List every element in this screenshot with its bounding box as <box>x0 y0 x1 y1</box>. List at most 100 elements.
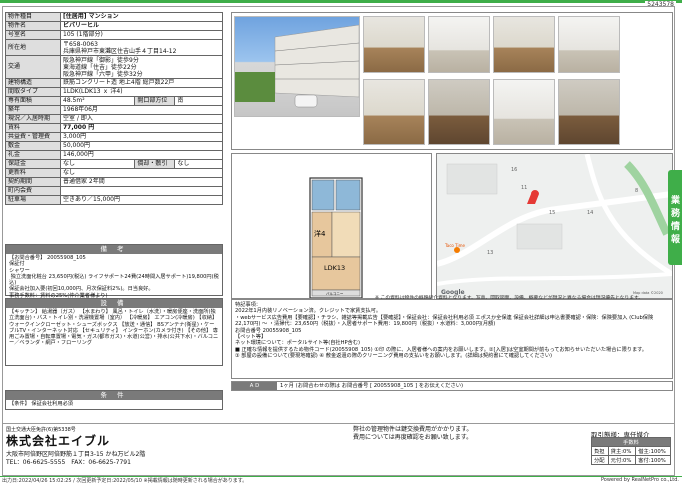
fee-cell: 貸主:0% <box>607 446 637 456</box>
map-label-11: 11 <box>521 185 527 191</box>
bikou-section: 備 考 【お問合番号】 20055908_105 保証付 シャワー 独立洗面化粧… <box>5 244 223 305</box>
row-value: 1968年06月 <box>60 105 223 115</box>
photo-room-4[interactable] <box>558 16 620 73</box>
row-label: 専有面積 <box>5 96 61 106</box>
row-value: 105 (1階部分) <box>60 30 223 40</box>
key-exchange-note: 弊社の管理物件は鍵交換費用がかかります。 費用については再度確認をお願い致します… <box>353 426 473 441</box>
jouken-body: 【条件】 保証会社利用必須 <box>9 401 73 407</box>
row-label: 交通 <box>5 55 61 79</box>
footer-divider <box>3 423 674 424</box>
row-label: 所在地 <box>5 39 61 56</box>
map-drawing: 16 11 15 14 13 8 Taco Time Google Map da… <box>437 154 672 298</box>
map-label-14: 14 <box>587 210 593 216</box>
ad-label: A D <box>232 382 277 390</box>
row-value: 阪急神戸線「御影」徒歩9分 東海道線「住吉」徒歩22分 阪急神戸線「六甲」徒歩3… <box>60 55 223 79</box>
row-value: 3,000円 <box>60 132 223 142</box>
property-row: 号室名 105 (1階部分) <box>5 30 223 40</box>
property-row: 共益費・管理費 3,000円 <box>5 132 223 142</box>
row-value: 77,000 円 <box>60 123 223 133</box>
property-row: 賃料 77,000 円 <box>5 123 223 133</box>
bikou-header: 備 考 <box>6 245 222 254</box>
ad-text: 1ヶ月 (お問合わせの際は お問合番号 [ 20055908_105 ] をお伝… <box>280 383 464 389</box>
row-value: 空きあり／15,000円 <box>60 195 223 205</box>
property-row: 築年 1968年06月 <box>5 105 223 115</box>
fee-row: 負担 貸主:0% 借主:100% <box>591 446 671 456</box>
property-row: 交通 阪急神戸線「御影」徒歩9分 東海道線「住吉」徒歩22分 阪急神戸線「六甲」徒… <box>5 55 223 79</box>
row-label: 礼金 <box>5 150 61 160</box>
photo-living-2[interactable] <box>428 16 490 73</box>
row-label: 築年 <box>5 105 61 115</box>
row-label: 町内会費 <box>5 186 61 196</box>
property-row: 町内会費 <box>5 186 223 196</box>
photo-entrance[interactable] <box>558 79 620 145</box>
property-row: 保証金 なし 償却・敷引 なし <box>5 159 223 169</box>
row-value: なし <box>174 159 223 169</box>
map-label-13: 13 <box>487 250 493 256</box>
company-name: 株式会社エイブル <box>6 434 111 448</box>
row-label: 号室名 <box>5 30 61 40</box>
side-info-tab[interactable]: 業務情報 <box>668 170 682 265</box>
building-photo[interactable] <box>234 16 360 117</box>
output-date: 出力日:2022/04/26 15:02:25 / 次回更新予定日:2022/0… <box>2 478 248 484</box>
row-value <box>60 186 223 196</box>
setsubi-body: 【キッチン】 給湯器（ガス） 【水まわり】 風呂・トイレ（水洗）・暖房便座・洗面… <box>9 309 219 347</box>
map-label-8: 8 <box>635 188 638 194</box>
row-label: 物件種目 <box>5 12 61 22</box>
map-label-15: 15 <box>549 210 555 216</box>
fee-cell: 元付:0% <box>607 455 637 465</box>
property-row: 物件種目 [住居用] マンション <box>5 12 223 22</box>
photo-kitchen[interactable] <box>493 79 555 145</box>
map-poi-label: Taco Time <box>444 243 465 248</box>
property-row: 契約期間 普通借家 2年間 <box>5 177 223 187</box>
row-label: 賃料 <box>5 123 61 133</box>
row-label: 建物構造 <box>5 78 61 88</box>
floor-plan: 洋4 LDK13 バルコニー <box>231 153 432 299</box>
setsubi-section: 設 備 【キッチン】 給湯器（ガス） 【水まわり】 風呂・トイレ（水洗）・暖房便… <box>5 298 223 366</box>
row-label: 契約期間 <box>5 177 61 187</box>
plan-balcony-label: バルコニー <box>326 292 344 296</box>
row-label: 間取タイプ <box>5 87 61 97</box>
row-value: [住居用] マンション <box>60 12 223 22</box>
fee-cell: 借主:100% <box>635 446 671 456</box>
photo-living-3[interactable] <box>493 16 555 73</box>
photo-living-1[interactable] <box>363 16 425 73</box>
fee-cell: 負担 <box>591 446 609 456</box>
ad-bar: A D 1ヶ月 (お問合わせの際は お問合番号 [ 20055908_105 ]… <box>231 381 673 391</box>
fee-cell: 分配 <box>591 455 609 465</box>
fee-cell: 客付:100% <box>635 455 671 465</box>
photo-closet[interactable] <box>428 79 490 145</box>
fee-header: 手数料 <box>591 437 671 447</box>
row-value: 146,000円 <box>60 150 223 160</box>
property-row: 専有面積 48.5m² 開口部方位南 <box>5 96 223 106</box>
top-accent-line <box>0 0 682 3</box>
property-row: 敷金 50,000円 <box>5 141 223 151</box>
row-label: 共益費・管理費 <box>5 132 61 142</box>
property-row: 所在地 〒658-0063 兵庫県神戸市東灘区住吉山手４丁目14-12 <box>5 39 223 56</box>
row-value: 空室 / 即入 <box>60 114 223 124</box>
row-label: 更新料 <box>5 168 61 178</box>
property-row: 物件名 ビバリーヒル <box>5 21 223 31</box>
row-value: 〒658-0063 兵庫県神戸市東灘区住吉山手４丁目14-12 <box>60 39 223 56</box>
row-value: 1LDK(LDK13 ｘ 洋4) <box>60 87 223 97</box>
row-value: ビバリーヒル <box>60 21 223 31</box>
row-label: 敷金 <box>5 141 61 151</box>
property-row: 建物構造 鉄筋コンクリート造 地上4階 総戸数22戸 <box>5 78 223 88</box>
powered-by: Powered by RealNetPro co.,Ltd. <box>600 477 679 483</box>
photo-gallery <box>231 12 673 150</box>
property-row: 更新料 なし <box>5 168 223 178</box>
property-row: 礼金 146,000円 <box>5 150 223 160</box>
row-value: なし <box>59 159 136 169</box>
row-label: 償却・敷引 <box>134 159 176 169</box>
row-value: 南 <box>174 96 223 106</box>
building-illustration <box>235 24 359 108</box>
remarks-box: 特記事項： 2022年1月内装リノベーション済。クレジットで家賃支払可。 ・we… <box>231 299 673 379</box>
row-value: なし <box>60 168 223 178</box>
location-map[interactable]: 16 11 15 14 13 8 Taco Time Google Map da… <box>436 153 673 299</box>
map-label-16: 16 <box>511 167 517 173</box>
photo-room-5[interactable] <box>363 79 425 145</box>
row-label: 現況／入居時期 <box>5 114 61 124</box>
fee-row: 分配 元付:0% 客付:100% <box>591 455 671 465</box>
plan-room2-label: LDK13 <box>324 264 345 272</box>
row-label: 保証金 <box>5 159 61 169</box>
floor-plan-drawing: 洋4 LDK13 バルコニー <box>309 177 363 299</box>
